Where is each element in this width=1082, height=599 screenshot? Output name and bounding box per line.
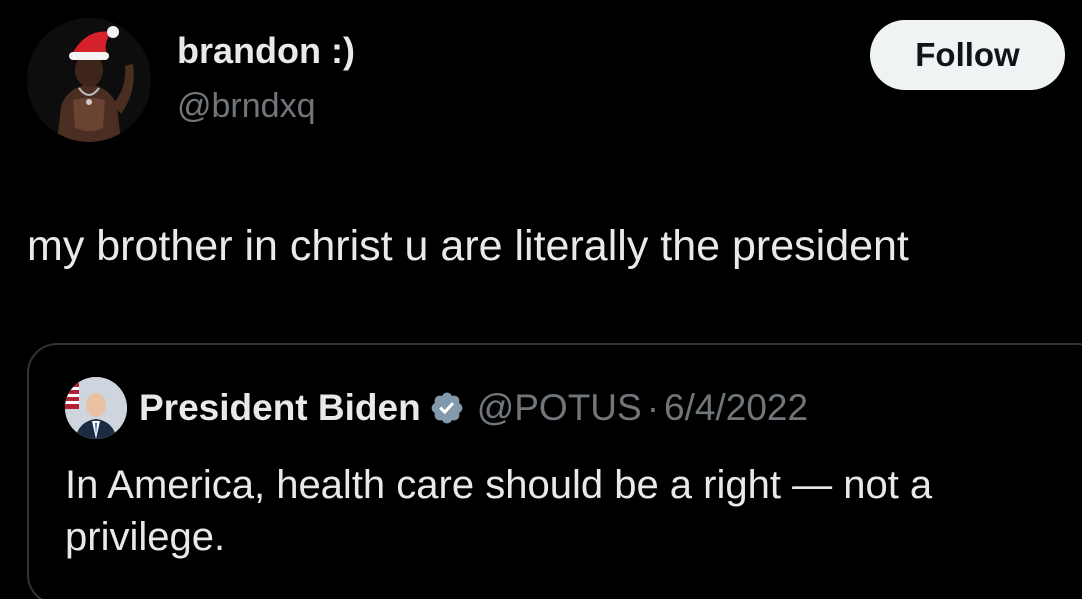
quoted-author-handle[interactable]: @POTUS	[477, 387, 642, 429]
follow-button[interactable]: Follow	[870, 20, 1065, 90]
quoted-tweet-text: In America, health care should be a righ…	[65, 463, 933, 559]
quoted-author-avatar-image	[65, 377, 127, 439]
verified-badge-icon	[431, 392, 463, 424]
author-avatar-image	[27, 18, 151, 142]
author-avatar[interactable]	[27, 18, 151, 142]
author-display-name[interactable]: brandon :)	[177, 30, 355, 72]
author-handle[interactable]: @brndxq	[177, 87, 315, 126]
quoted-tweet-date[interactable]: 6/4/2022	[664, 387, 808, 429]
tweet-text: my brother in christ u are literally the…	[27, 222, 909, 270]
quoted-author-avatar[interactable]	[65, 377, 127, 439]
quoted-tweet-card[interactable]: President Biden @POTUS · 6/4/2022 In Ame…	[27, 343, 1082, 599]
quoted-tweet-header: President Biden @POTUS · 6/4/2022	[139, 387, 808, 429]
tweet-container: brandon :) @brndxq Follow my brother in …	[0, 0, 1082, 599]
quoted-tweet-separator: ·	[646, 387, 660, 428]
quoted-author-name[interactable]: President Biden	[139, 387, 421, 429]
